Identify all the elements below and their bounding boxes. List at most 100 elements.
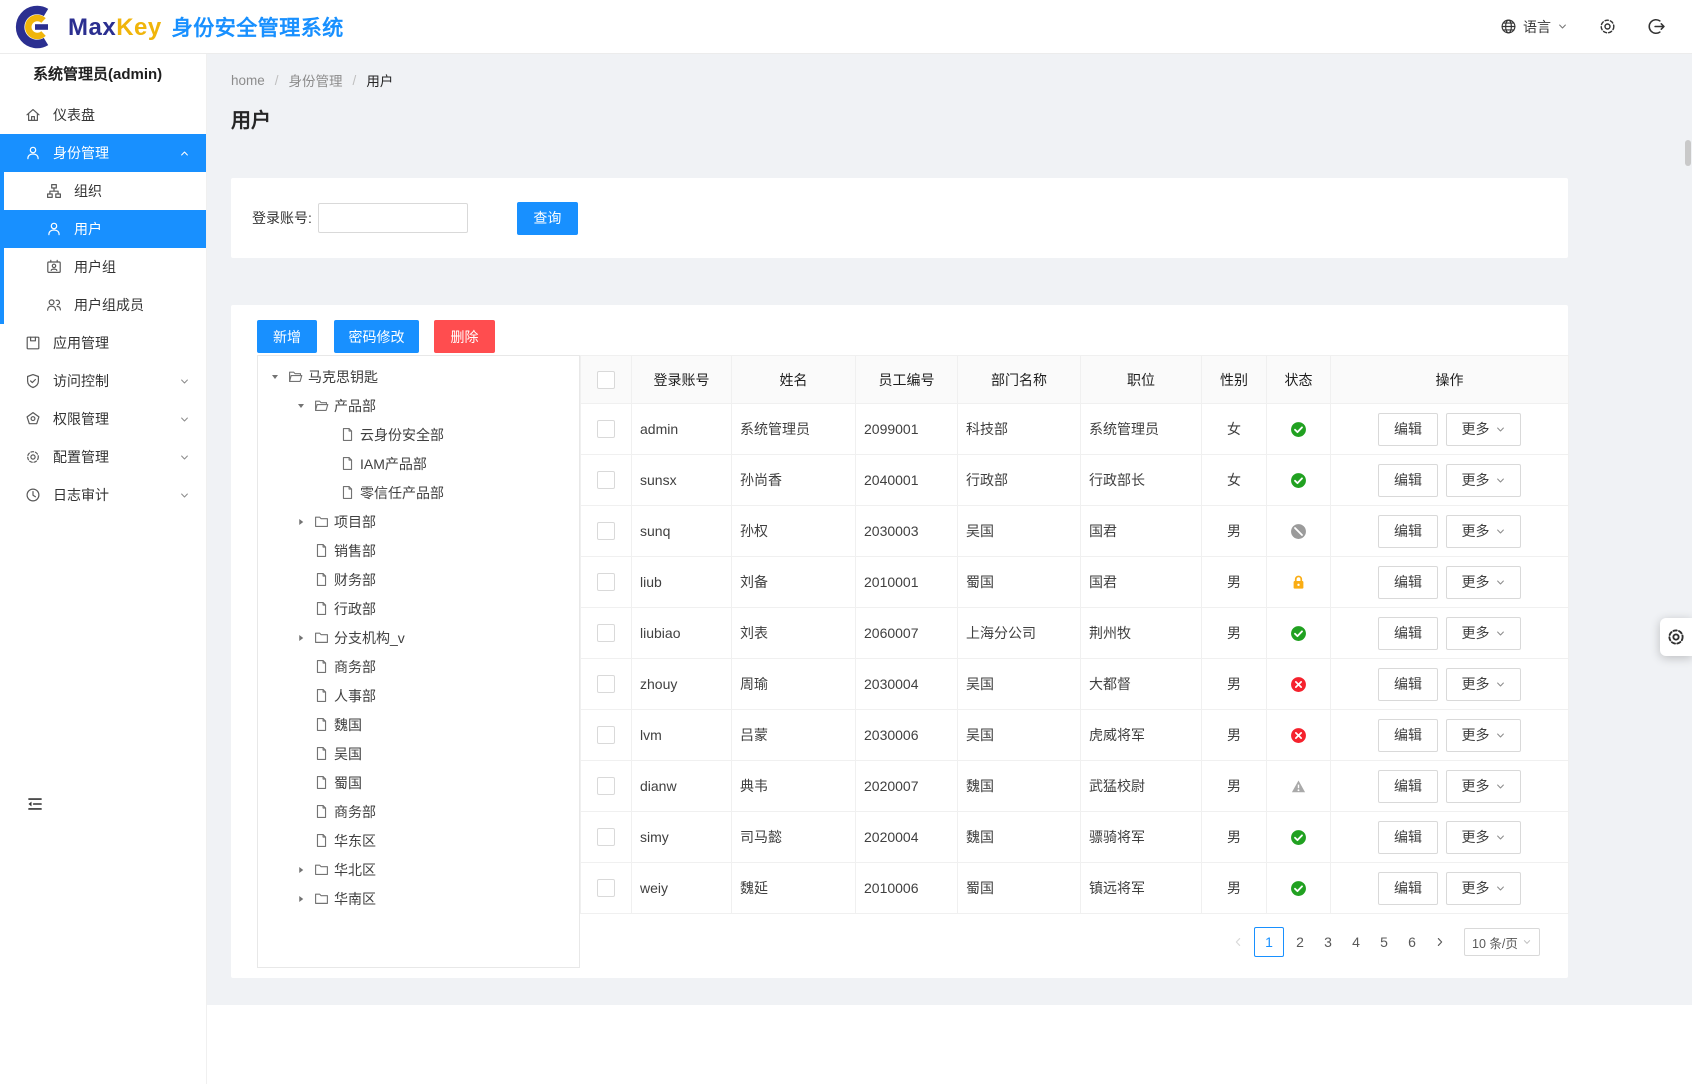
logout-icon[interactable]	[1647, 17, 1666, 36]
login-account-input[interactable]	[318, 203, 468, 233]
more-button[interactable]: 更多	[1446, 719, 1521, 752]
sidebar-item-dashboard[interactable]: 仪表盘	[0, 96, 206, 134]
tree-node[interactable]: 分支机构_v	[258, 623, 579, 652]
tree-node[interactable]: 华东区	[258, 826, 579, 855]
tree-node[interactable]: 产品部	[258, 391, 579, 420]
tree-node[interactable]: 商务部	[258, 652, 579, 681]
more-button[interactable]: 更多	[1446, 617, 1521, 650]
tree-node[interactable]: 零信任产品部	[258, 478, 579, 507]
row-checkbox[interactable]	[597, 624, 615, 642]
select-all-checkbox[interactable]	[597, 371, 615, 389]
tree-node[interactable]: 销售部	[258, 536, 579, 565]
theme-tool-floating-button[interactable]	[1660, 618, 1692, 656]
edit-button[interactable]: 编辑	[1378, 668, 1438, 701]
sidebar-item-audit[interactable]: 日志审计	[0, 476, 206, 514]
page-1-button[interactable]: 1	[1254, 927, 1284, 957]
query-button[interactable]: 查询	[517, 202, 578, 235]
sidebar-item-users[interactable]: 用户	[0, 210, 206, 248]
next-page-button[interactable]	[1428, 928, 1452, 956]
sidebar-item-apps[interactable]: 应用管理	[0, 324, 206, 362]
caret-down-icon[interactable]	[296, 400, 314, 411]
tree-node[interactable]: 商务部	[258, 797, 579, 826]
edit-button[interactable]: 编辑	[1378, 617, 1438, 650]
cell-employee_no: 2010006	[856, 863, 958, 914]
sidebar-item-configuration[interactable]: 配置管理	[0, 438, 206, 476]
row-checkbox[interactable]	[597, 675, 615, 693]
tree-node[interactable]: 财务部	[258, 565, 579, 594]
status-locked-icon	[1290, 574, 1307, 591]
row-checkbox[interactable]	[597, 828, 615, 846]
sidebar-item-identity[interactable]: 身份管理	[0, 134, 206, 172]
delete-button[interactable]: 删除	[434, 320, 495, 353]
page-3-button[interactable]: 3	[1316, 928, 1340, 956]
row-checkbox[interactable]	[597, 420, 615, 438]
more-button[interactable]: 更多	[1446, 872, 1521, 905]
more-button[interactable]: 更多	[1446, 821, 1521, 854]
sidebar-item-group-members[interactable]: 用户组成员	[0, 286, 206, 324]
page-2-button[interactable]: 2	[1288, 928, 1312, 956]
footer	[207, 1005, 1692, 1084]
more-button[interactable]: 更多	[1446, 668, 1521, 701]
tree-node[interactable]: 行政部	[258, 594, 579, 623]
more-button[interactable]: 更多	[1446, 566, 1521, 599]
row-checkbox[interactable]	[597, 726, 615, 744]
menu-fold-icon[interactable]	[26, 795, 44, 813]
row-checkbox[interactable]	[597, 573, 615, 591]
sidebar-item-user-groups[interactable]: 用户组	[0, 248, 206, 286]
sidebar-item-access-control[interactable]: 访问控制	[0, 362, 206, 400]
edit-button[interactable]: 编辑	[1378, 821, 1438, 854]
language-menu[interactable]: 语言	[1500, 17, 1568, 37]
row-checkbox[interactable]	[597, 879, 615, 897]
prev-page-button[interactable]	[1226, 928, 1250, 956]
cell-department: 吴国	[958, 659, 1081, 710]
home-icon	[25, 107, 41, 123]
change-password-button[interactable]: 密码修改	[334, 320, 419, 353]
caret-right-icon[interactable]	[296, 864, 314, 875]
edit-button[interactable]: 编辑	[1378, 770, 1438, 803]
more-button[interactable]: 更多	[1446, 515, 1521, 548]
tree-node[interactable]: 华南区	[258, 884, 579, 913]
tree-node-label: 人事部	[334, 686, 376, 706]
page-size-select[interactable]: 10 条/页	[1464, 928, 1540, 956]
breadcrumb-identity[interactable]: 身份管理	[289, 70, 343, 90]
tree-node[interactable]: IAM产品部	[258, 449, 579, 478]
status-active-icon	[1290, 625, 1307, 642]
tree-node[interactable]: 魏国	[258, 710, 579, 739]
caret-down-icon[interactable]	[270, 371, 288, 382]
more-button[interactable]: 更多	[1446, 413, 1521, 446]
tree-node[interactable]: 马克思钥匙	[258, 362, 579, 391]
cell-employee_no: 2040001	[856, 455, 958, 506]
edit-button[interactable]: 编辑	[1378, 464, 1438, 497]
tree-node-label: 华南区	[334, 889, 376, 909]
caret-right-icon[interactable]	[296, 516, 314, 527]
breadcrumb-home[interactable]: home	[231, 73, 265, 88]
edit-button[interactable]: 编辑	[1378, 719, 1438, 752]
edit-button[interactable]: 编辑	[1378, 566, 1438, 599]
sidebar-item-organization[interactable]: 组织	[0, 172, 206, 210]
row-checkbox[interactable]	[597, 777, 615, 795]
page-6-button[interactable]: 6	[1400, 928, 1424, 956]
edit-button[interactable]: 编辑	[1378, 872, 1438, 905]
tree-node[interactable]: 吴国	[258, 739, 579, 768]
more-button[interactable]: 更多	[1446, 464, 1521, 497]
scrollbar-thumb[interactable]	[1685, 140, 1691, 166]
page-5-button[interactable]: 5	[1372, 928, 1396, 956]
page-size-label: 10 条/页	[1472, 933, 1518, 952]
add-button[interactable]: 新增	[257, 320, 317, 353]
row-checkbox[interactable]	[597, 471, 615, 489]
tree-node[interactable]: 蜀国	[258, 768, 579, 797]
caret-right-icon[interactable]	[296, 893, 314, 904]
cell-name: 典韦	[732, 761, 856, 812]
tree-node[interactable]: 华北区	[258, 855, 579, 884]
tree-node[interactable]: 项目部	[258, 507, 579, 536]
tree-node[interactable]: 云身份安全部	[258, 420, 579, 449]
row-checkbox[interactable]	[597, 522, 615, 540]
sidebar-item-permissions[interactable]: 权限管理	[0, 400, 206, 438]
caret-right-icon[interactable]	[296, 632, 314, 643]
tree-node[interactable]: 人事部	[258, 681, 579, 710]
page-4-button[interactable]: 4	[1344, 928, 1368, 956]
more-button[interactable]: 更多	[1446, 770, 1521, 803]
gear-icon[interactable]	[1598, 17, 1617, 36]
edit-button[interactable]: 编辑	[1378, 515, 1438, 548]
edit-button[interactable]: 编辑	[1378, 413, 1438, 446]
